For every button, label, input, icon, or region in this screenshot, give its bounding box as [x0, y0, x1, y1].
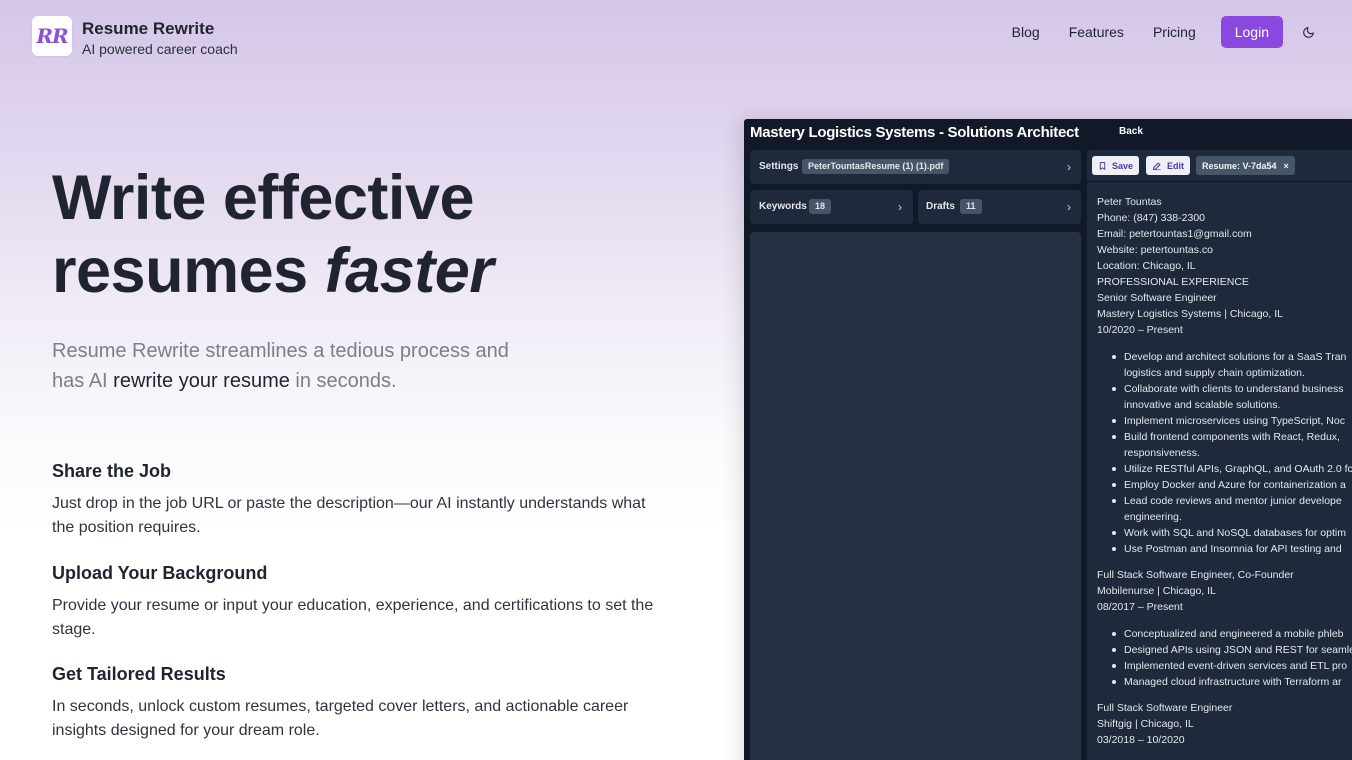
hero-subtitle: Resume Rewrite streamlines a tedious pro…	[52, 336, 522, 396]
drafts-card[interactable]: Drafts 11 ›	[918, 190, 1081, 224]
resume-content: Peter Tountas Phone: (847) 338-2300 Emai…	[1097, 194, 1352, 748]
nav-pricing[interactable]: Pricing	[1153, 24, 1196, 40]
resume-line: 08/2017 – Present	[1097, 601, 1183, 613]
edit-label: Edit	[1167, 160, 1184, 171]
drafts-panel	[750, 232, 1081, 760]
bullet-item: Lead code reviews and mentor junior deve…	[1097, 493, 1352, 509]
resume-line: Full Stack Software Engineer	[1097, 702, 1233, 714]
app-preview: Mastery Logistics Systems - Solutions Ar…	[744, 119, 1352, 760]
bullet-item: Conceptualized and engineered a mobile p…	[1097, 626, 1352, 642]
feature-title: Get Tailored Results	[52, 664, 226, 684]
feature-title: Upload Your Background	[52, 563, 268, 583]
bullet-item: Build frontend components with React, Re…	[1097, 429, 1352, 445]
bullet-item: Use Postman and Insomnia for API testing…	[1097, 541, 1352, 557]
resume-line: Shiftgig | Chicago, IL	[1097, 718, 1194, 730]
settings-label: Settings	[759, 161, 799, 172]
bullet-item: Develop and architect solutions for a Sa…	[1097, 349, 1352, 365]
feature-body: Just drop in the job URL or paste the de…	[52, 495, 646, 536]
edit-button[interactable]: Edit	[1146, 156, 1190, 175]
bookmark-icon	[1099, 161, 1106, 170]
resume-line: Website: petertountas.co	[1097, 244, 1213, 256]
keywords-card[interactable]: Keywords 18 ›	[750, 190, 913, 224]
resume-line: Peter Tountas	[1097, 196, 1162, 208]
feature-share-job: Share the Job Just drop in the job URL o…	[52, 461, 662, 540]
brand-tagline: AI powered career coach	[82, 41, 238, 57]
back-button[interactable]: Back	[1119, 126, 1143, 137]
resume-line: Phone: (847) 338-2300	[1097, 212, 1205, 224]
hero-title-emphasis: faster	[324, 236, 494, 306]
moon-icon[interactable]	[1300, 24, 1316, 40]
brand-name[interactable]: Resume Rewrite	[82, 19, 214, 39]
bullet-item: Employ Docker and Azure for containeriza…	[1097, 477, 1352, 493]
resume-panel: Save Edit Resume: V-7da54 × Peter Tounta…	[1087, 150, 1352, 760]
settings-card[interactable]: Settings PeterTountasResume (1) (1).pdf …	[750, 150, 1081, 184]
resume-line: 03/2018 – 10/2020	[1097, 734, 1185, 746]
bullet-item: Managed cloud infrastructure with Terraf…	[1097, 674, 1352, 690]
pencil-icon	[1153, 162, 1161, 170]
feature-title: Share the Job	[52, 461, 172, 481]
bullet-item: Implemented event-driven services and ET…	[1097, 658, 1352, 674]
login-button[interactable]: Login	[1220, 16, 1283, 48]
chevron-right-icon: ›	[1067, 160, 1071, 174]
resume-line: Email: petertountas1@gmail.com	[1097, 228, 1252, 240]
resume-line: Full Stack Software Engineer, Co-Founder	[1097, 569, 1294, 581]
top-nav: Blog Features Pricing Login	[1012, 16, 1316, 48]
bullet-item: Implement microservices using TypeScript…	[1097, 413, 1352, 429]
drafts-label: Drafts	[926, 201, 955, 212]
chevron-right-icon: ›	[1067, 200, 1071, 214]
resume-toolbar: Save Edit Resume: V-7da54 ×	[1087, 150, 1352, 182]
bullet-continuation: engineering.	[1124, 511, 1182, 523]
site-header: RR Resume Rewrite AI powered career coac…	[0, 0, 1352, 72]
bullet-item: Work with SQL and NoSQL databases for op…	[1097, 525, 1352, 541]
save-label: Save	[1112, 160, 1134, 171]
hero-title-line2: resumes	[52, 236, 325, 306]
hero-title: Write effective resumes faster	[52, 162, 494, 308]
logo[interactable]: RR	[32, 16, 72, 56]
close-icon[interactable]: ×	[1284, 161, 1289, 171]
resume-line: Mastery Logistics Systems | Chicago, IL	[1097, 308, 1283, 320]
bullet-continuation: innovative and scalable solutions.	[1124, 399, 1281, 411]
drafts-count-badge: 11	[960, 199, 982, 214]
resume-line: Senior Software Engineer	[1097, 292, 1217, 304]
logo-text: RR	[36, 24, 68, 48]
resume-line: Mobilenurse | Chicago, IL	[1097, 585, 1216, 597]
feature-upload-background: Upload Your Background Provide your resu…	[52, 563, 662, 642]
hero-subtitle-highlight: rewrite your resume	[113, 370, 290, 392]
resume-line: Location: Chicago, IL	[1097, 260, 1196, 272]
bullet-item: Utilize RESTful APIs, GraphQL, and OAuth…	[1097, 461, 1352, 477]
resume-line: 10/2020 – Present	[1097, 324, 1183, 336]
hero-title-line1: Write effective	[52, 163, 475, 233]
feature-body: Provide your resume or input your educat…	[52, 597, 654, 638]
settings-file-chip: PeterTountasResume (1) (1).pdf	[802, 159, 950, 174]
resume-version-chip[interactable]: Resume: V-7da54 ×	[1196, 156, 1295, 175]
nav-blog[interactable]: Blog	[1012, 24, 1040, 40]
job2-bullets: Conceptualized and engineered a mobile p…	[1097, 626, 1352, 690]
hero-subtitle-end: in seconds.	[289, 370, 397, 392]
preview-job-title: Mastery Logistics Systems - Solutions Ar…	[750, 124, 1079, 141]
feature-body: In seconds, unlock custom resumes, targe…	[52, 698, 629, 739]
bullet-item: Collaborate with clients to understand b…	[1097, 381, 1352, 397]
resume-version-label: Resume: V-7da54	[1202, 160, 1277, 171]
save-button[interactable]: Save	[1092, 156, 1140, 175]
job1-bullets: Develop and architect solutions for a Sa…	[1097, 349, 1352, 557]
nav-features[interactable]: Features	[1069, 24, 1124, 40]
keywords-count-badge: 18	[809, 199, 832, 214]
resume-line: PROFESSIONAL EXPERIENCE	[1097, 276, 1249, 288]
bullet-continuation: logistics and supply chain optimization.	[1124, 367, 1305, 379]
bullet-continuation: responsiveness.	[1124, 447, 1200, 459]
bullet-item: Designed APIs using JSON and REST for se…	[1097, 642, 1352, 658]
feature-tailored-results: Get Tailored Results In seconds, unlock …	[52, 664, 662, 743]
chevron-right-icon: ›	[898, 200, 902, 214]
keywords-label: Keywords	[759, 201, 807, 212]
